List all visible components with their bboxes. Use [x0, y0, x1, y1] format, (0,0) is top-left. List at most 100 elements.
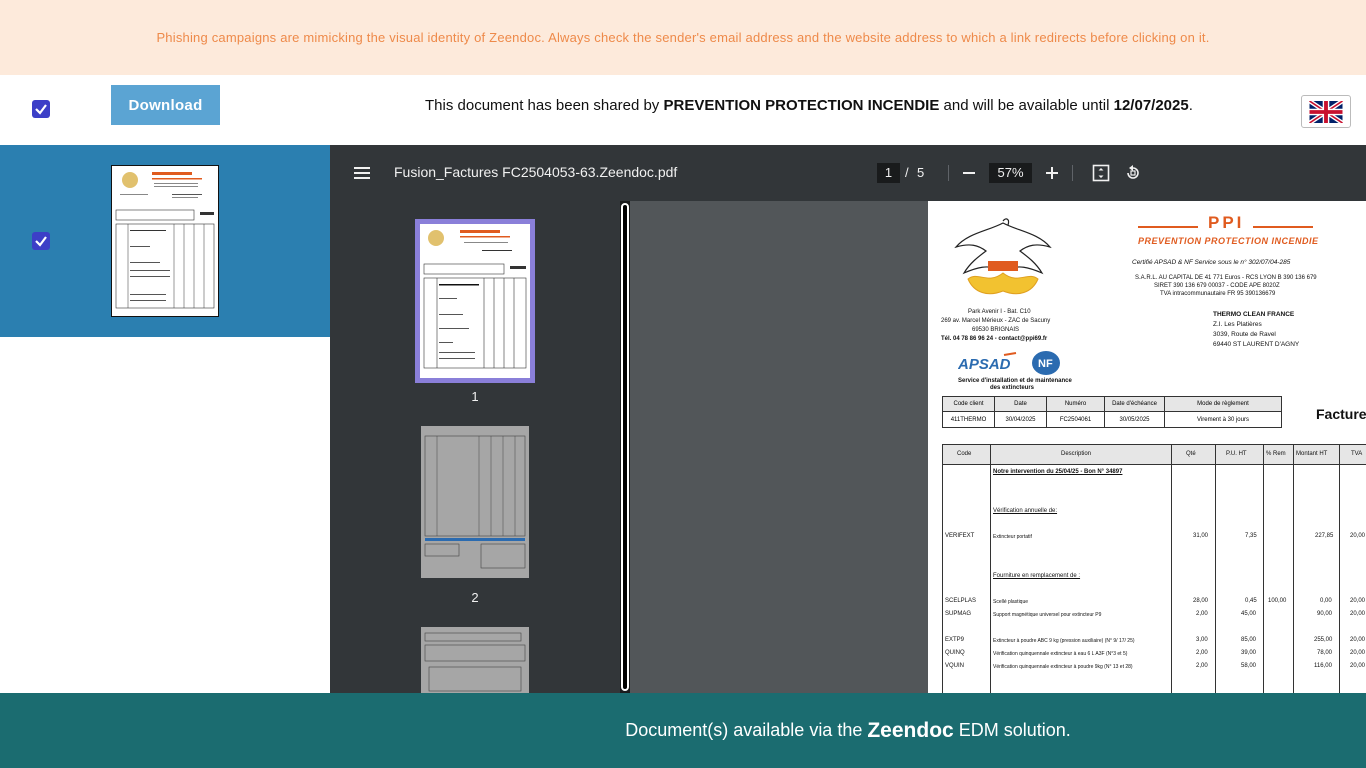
- line-pu: 58,00: [1241, 663, 1257, 669]
- phishing-warning-text: Phishing campaigns are mimicking the vis…: [156, 30, 1210, 45]
- page-thumbnail-2[interactable]: [421, 426, 529, 578]
- line-tva: 20,00: [1350, 650, 1366, 656]
- col-pu: P.U. HT: [1226, 451, 1247, 457]
- client-address-1: Z.I. Les Platières: [1213, 321, 1262, 328]
- line-montant: 78,00: [1317, 650, 1333, 656]
- line-qty: 2,00: [1196, 611, 1208, 617]
- share-middle: and will be available until: [939, 97, 1114, 114]
- invoice-thumbnail-image: [115, 172, 215, 309]
- line-tva: 20,00: [1350, 663, 1366, 669]
- brand-rule-right: [1253, 226, 1313, 228]
- line-code: VERIFEXT: [945, 533, 975, 539]
- language-selector[interactable]: [1301, 95, 1351, 128]
- fit-to-page-icon: [1092, 164, 1110, 182]
- val-echeance: 30/05/2025: [1104, 411, 1165, 428]
- line-code: QUINQ: [945, 650, 965, 656]
- page-thumbnail-3[interactable]: [421, 627, 529, 693]
- select-all-checkbox[interactable]: [32, 100, 50, 118]
- line-qty: 28,00: [1193, 598, 1209, 604]
- line-desc: Support magnétique universel pour extinc…: [993, 612, 1102, 618]
- cert-text: Certifié APSAD & NF Service sous le n° 3…: [1132, 259, 1291, 266]
- line-desc: Scellé plastique: [993, 599, 1029, 605]
- page-2-preview: [424, 435, 526, 569]
- phishing-warning-banner: Phishing campaigns are mimicking the vis…: [0, 0, 1366, 75]
- client-address-2: 3039, Route de Ravel: [1213, 331, 1276, 338]
- file-checkbox[interactable]: [32, 232, 50, 250]
- facture-label: Facture: [1316, 406, 1366, 422]
- svg-text:NF: NF: [1038, 358, 1053, 370]
- apsad-caption-1: Service d'installation et de maintenance: [958, 378, 1072, 384]
- download-button[interactable]: Download: [111, 85, 220, 125]
- line-tva: 20,00: [1350, 598, 1366, 604]
- line-code: SCELPLAS: [945, 598, 977, 604]
- footer-bar: Document(s) available via the Zeendoc ED…: [0, 693, 1366, 768]
- invoice-header-table: Code client Date Numéro Date d'échéance …: [942, 396, 1282, 428]
- sender-address-3: 69530 BRIGNAIS: [972, 327, 1020, 333]
- client-name: THERMO CLEAN FRANCE: [1213, 311, 1295, 318]
- val-date: 30/04/2025: [994, 411, 1047, 428]
- zoom-level-input[interactable]: 57%: [989, 163, 1032, 183]
- line-montant: 90,00: [1317, 611, 1333, 617]
- line-items-table: Code Description Qté P.U. HT % Rem Monta…: [942, 444, 1366, 693]
- line-code: VQUIN: [945, 663, 965, 669]
- ppi-brand-title: PPI: [1208, 213, 1245, 232]
- line-tva: 20,00: [1350, 637, 1366, 643]
- toolbar-divider: [948, 165, 949, 181]
- rotate-icon: [1127, 165, 1139, 179]
- page-separator: /: [905, 165, 909, 180]
- col-reglement: Mode de règlement: [1164, 396, 1282, 412]
- minus-icon: [963, 172, 975, 174]
- section-fourniture: Fourniture en remplacement de :: [993, 573, 1081, 579]
- line-pu: 45,00: [1241, 611, 1257, 617]
- menu-icon[interactable]: [352, 163, 372, 183]
- val-reglement: Virement à 30 jours: [1164, 411, 1282, 428]
- val-numero: FC2504061: [1046, 411, 1105, 428]
- col-description: Description: [1061, 451, 1092, 457]
- file-thumbnail[interactable]: [111, 165, 219, 317]
- col-montant: Montant HT: [1296, 451, 1328, 457]
- apsad-caption-2: des extincteurs: [990, 385, 1035, 391]
- pdf-viewer: Fusion_Factures FC2504053-63.Zeendoc.pdf…: [330, 145, 1366, 693]
- line-montant: 227,85: [1315, 533, 1334, 539]
- line-qty: 2,00: [1196, 650, 1208, 656]
- uk-flag-icon: [1309, 100, 1343, 123]
- zoom-in-button[interactable]: [1040, 161, 1064, 185]
- sender-address-1: Park Avenir I - Bat. C10: [968, 309, 1031, 315]
- page-thumbnail-1[interactable]: [415, 219, 535, 383]
- line-montant: 116,00: [1314, 663, 1332, 669]
- line-pu: 39,00: [1241, 650, 1257, 656]
- file-list: [0, 145, 330, 693]
- line-pu: 7,35: [1245, 533, 1257, 539]
- line-montant: 255,00: [1314, 637, 1333, 643]
- line-desc: Vérification quinquennale extincteur à e…: [993, 651, 1128, 657]
- page-number-input[interactable]: 1: [877, 163, 900, 183]
- line-desc: Vérification quinquennale extincteur à p…: [993, 664, 1133, 670]
- line-rem: 100,00: [1268, 598, 1287, 604]
- file-item-selected[interactable]: [0, 145, 330, 337]
- legal-line-2: SIRET 390 136 679 00037 - CODE APE 8020Z: [1154, 283, 1280, 289]
- ppi-phoenix-logo: [954, 218, 1052, 295]
- footer-suffix: EDM solution.: [958, 720, 1071, 740]
- page-1-preview: [423, 230, 527, 369]
- legal-line-1: S.A.R.L. AU CAPITAL DE 41 771 Euros - RC…: [1135, 275, 1317, 281]
- col-date: Date: [994, 396, 1047, 412]
- share-prefix: This document has been shared by: [425, 97, 664, 114]
- section-verification: Vérification annuelle de:: [993, 508, 1058, 514]
- sharer-company: PREVENTION PROTECTION INCENDIE: [663, 97, 940, 114]
- line-pu: 0,45: [1245, 598, 1257, 604]
- intervention-line: Notre intervention du 25/04/25 - Bon N° …: [993, 469, 1123, 475]
- rotate-button[interactable]: [1121, 161, 1145, 185]
- check-icon: [35, 236, 47, 247]
- page-3-preview: [424, 632, 526, 692]
- thumbnail-scrollbar-thumb[interactable]: [621, 203, 629, 691]
- fit-page-button[interactable]: [1089, 161, 1113, 185]
- line-pu: 85,00: [1241, 637, 1257, 643]
- toolbar-divider: [1072, 165, 1073, 181]
- line-desc: Extincteur à poudre ABC 9 kg (pression a…: [993, 638, 1135, 644]
- pdf-file-name: Fusion_Factures FC2504053-63.Zeendoc.pdf: [394, 164, 678, 180]
- zoom-out-button[interactable]: [957, 161, 981, 185]
- page-total: 5: [917, 165, 925, 180]
- sender-address-2: 269 av. Marcel Mérieux - ZAC de Sacuny: [941, 318, 1051, 324]
- col-code-client: Code client: [942, 396, 995, 412]
- legal-line-3: TVA intracommunautaire FR 95 390136679: [1160, 291, 1276, 297]
